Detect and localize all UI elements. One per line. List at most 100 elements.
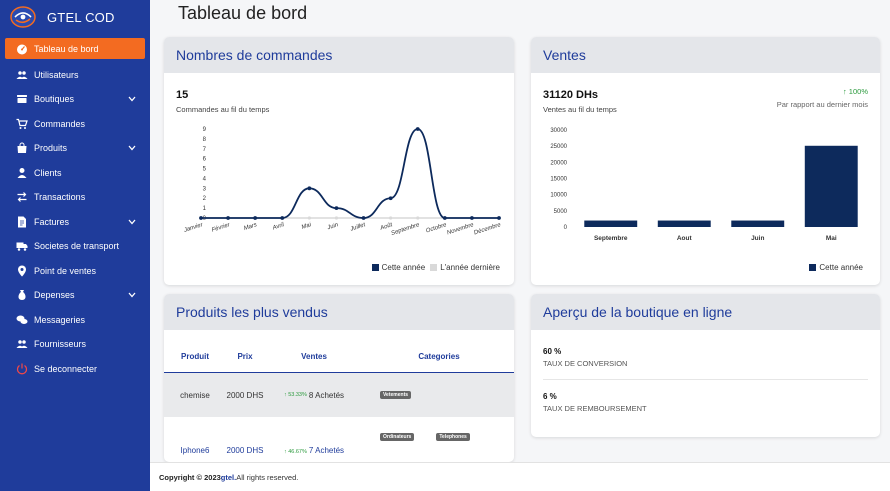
chevron-down-icon[interactable] — [128, 145, 136, 151]
footer-brand-link[interactable]: gtel. — [221, 473, 236, 482]
products-table-header: Produit Prix Ventes Categories — [164, 341, 514, 373]
products-table: Produit Prix Ventes Categories chemise 2… — [164, 341, 514, 461]
y-tick-label: 5000 — [554, 209, 568, 215]
data-point-current — [361, 216, 366, 220]
stat-value: 6 % — [543, 392, 557, 401]
footer: Copyright © 2023 gtel. All rights reserv… — [150, 462, 890, 491]
footer-rights: All rights reserved. — [236, 472, 299, 482]
y-tick-label: 15000 — [550, 177, 567, 183]
sidebar-item-factures[interactable]: Factures — [0, 210, 150, 235]
sidebar-item-fournisseurs[interactable]: Fournisseurs — [0, 332, 150, 357]
sales-card: Ventes 31120 DHs Ventes au fil du temps … — [531, 37, 880, 285]
shop-overview-title: Aperçu de la boutique en ligne — [531, 294, 880, 330]
product-name[interactable]: Iphone6 — [164, 417, 226, 461]
product-categories: Ordinateurs Telephones — [364, 417, 514, 461]
y-tick-label: 2 — [203, 196, 207, 202]
truck-icon — [15, 240, 29, 252]
sidebar-item-label: Utilisateurs — [34, 69, 79, 80]
product-price: 2000 DHS — [226, 446, 264, 455]
sidebar-item-clients[interactable]: Clients — [0, 161, 150, 186]
legend-swatch-sales — [809, 264, 817, 271]
y-tick-label: 8 — [203, 137, 207, 143]
legend-label-current[interactable]: Cette année — [382, 263, 426, 272]
sidebar-item-label: Boutiques — [34, 94, 75, 105]
sidebar-item-tableau-de-bord[interactable]: Tableau de bord — [5, 38, 145, 59]
sidebar-item-se-deconnecter[interactable]: Se deconnecter — [0, 357, 150, 382]
data-point-previous — [416, 216, 420, 220]
stat-value: 60 % — [543, 347, 562, 356]
bar — [657, 220, 711, 227]
footer-copyright: Copyright © 2023 — [159, 472, 221, 482]
sidebar-item-label: Produits — [34, 143, 68, 154]
header-categories[interactable]: Categories — [364, 341, 514, 372]
header-price[interactable]: Prix — [226, 341, 264, 372]
data-point-current — [415, 127, 420, 131]
header-sales[interactable]: Ventes — [264, 341, 364, 372]
sales-count: 8 Achetés — [308, 390, 345, 400]
store-icon — [15, 93, 29, 105]
sidebar-item-boutiques[interactable]: Boutiques — [0, 87, 150, 112]
sidebar-item-label: Commandes — [34, 118, 86, 129]
legend-label-sales[interactable]: Cette année — [819, 263, 863, 272]
legend-swatch-current — [371, 264, 379, 271]
y-tick-label: 6 — [203, 157, 207, 163]
exchange-icon — [15, 191, 29, 203]
y-tick-label: 30000 — [550, 128, 567, 134]
sidebar-item-messageries[interactable]: Messageries — [0, 308, 150, 333]
top-products-title: Produits les plus vendus — [164, 294, 514, 330]
data-point-current — [253, 216, 258, 220]
table-row[interactable]: chemise 2000 DHS ↑ 53.33% 8 Achetés Vete… — [164, 373, 514, 417]
sidebar-item-transactions[interactable]: Transactions — [0, 185, 150, 210]
sidebar-item-label: Depenses — [34, 290, 75, 301]
category-badge: Ordinateurs — [380, 433, 415, 441]
product-name: chemise — [180, 390, 210, 400]
table-row[interactable]: Iphone6 2000 DHS ↑ 46.67% 7 Achetés Ordi… — [164, 417, 514, 461]
chevron-down-icon[interactable] — [128, 292, 136, 298]
data-point-current — [199, 216, 203, 220]
sidebar-item-commandes[interactable]: Commandes — [0, 112, 150, 137]
sidebar-item-utilisateurs[interactable]: Utilisateurs — [0, 63, 150, 88]
bar — [584, 220, 638, 227]
sidebar-item-produits[interactable]: Produits — [0, 136, 150, 161]
y-tick-label: 7 — [203, 147, 207, 153]
stat-conversion: 60 % TAUX DE CONVERSION — [543, 347, 627, 368]
x-tick-label: Mai — [301, 222, 313, 231]
sidebar-item-label: Factures — [34, 216, 70, 227]
brand[interactable]: GTEL COD — [0, 0, 150, 34]
x-tick-label: Septembre — [391, 222, 421, 237]
legend-label-previous[interactable]: L'année dernière — [440, 263, 500, 272]
sidebar-nav: Tableau de bord Utilisateurs Boutiques Comm… — [0, 38, 150, 381]
sales-percent: ↑ 53.33% — [283, 392, 307, 398]
y-tick-label: 0 — [564, 225, 568, 231]
sidebar-item-depenses[interactable]: Depenses — [0, 283, 150, 308]
x-tick-label: Mars — [243, 222, 258, 232]
sidebar-item-label: Transactions — [34, 192, 86, 203]
bar — [731, 220, 785, 227]
data-point-current — [388, 196, 393, 201]
data-point-current — [497, 216, 501, 220]
suppliers-icon — [15, 338, 29, 350]
shop-overview-card: Aperçu de la boutique en ligne 60 % TAUX… — [531, 294, 880, 437]
x-tick-label: Novembre — [446, 222, 475, 236]
chevron-down-icon[interactable] — [128, 96, 136, 102]
orders-card: Nombres de commandes 15 Commandes au fil… — [164, 37, 514, 285]
sidebar-item-label: Point de ventes — [34, 265, 97, 276]
y-tick-label: 5 — [203, 167, 207, 173]
dashboard-icon — [15, 43, 29, 55]
series-line-current — [200, 128, 499, 219]
data-point-current — [280, 216, 285, 220]
power-icon — [15, 363, 29, 375]
y-tick-label: 25000 — [550, 144, 567, 150]
sidebar-item-societes-de-transport[interactable]: Societes de transport — [0, 234, 150, 259]
x-tick-label: Juillet — [349, 222, 367, 233]
stat-refund: 6 % TAUX DE REMBOURSEMENT — [543, 392, 647, 413]
bar — [804, 145, 858, 227]
product-categories: Vetements — [364, 373, 514, 417]
chevron-down-icon[interactable] — [128, 219, 136, 225]
bag-icon — [15, 142, 29, 154]
map-pin-icon — [15, 265, 29, 277]
sidebar-item-point-de-ventes[interactable]: Point de ventes — [0, 259, 150, 284]
x-tick-label: Janvier — [182, 222, 204, 234]
y-tick-label: 20000 — [550, 160, 567, 166]
header-product[interactable]: Produit — [164, 341, 226, 372]
